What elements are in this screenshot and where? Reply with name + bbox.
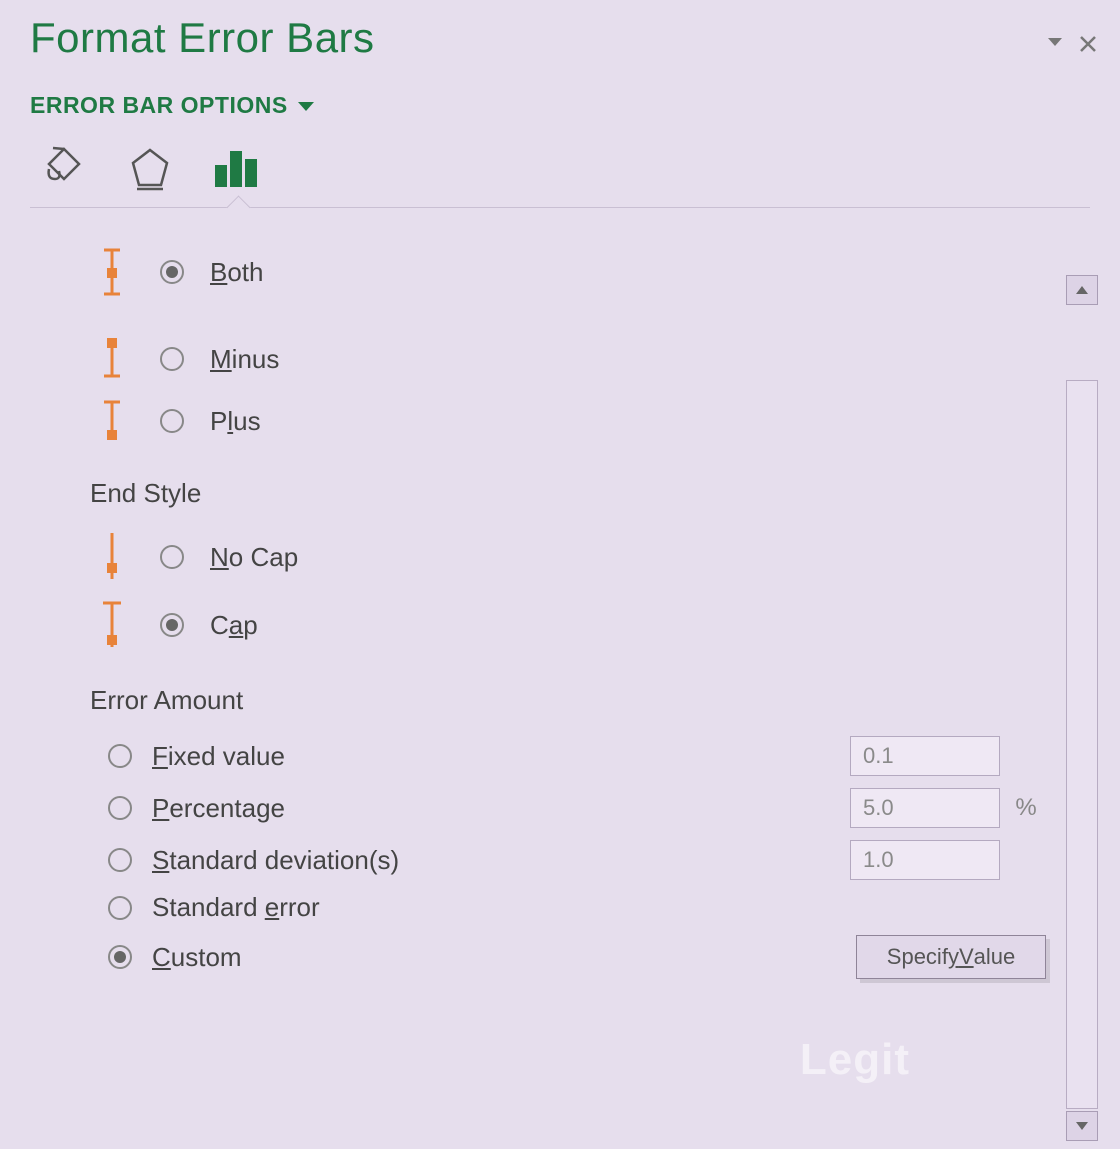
pane-title: Format Error Bars: [30, 14, 375, 62]
radio-label: Cap: [210, 610, 258, 641]
radio-icon: [108, 796, 132, 820]
error-amount-heading: Error Amount: [90, 659, 1050, 730]
radio-icon: [160, 545, 184, 569]
scrollbar-track[interactable]: [1066, 380, 1098, 1109]
error-bar-plus-icon: [90, 396, 134, 446]
stddev-input[interactable]: 1.0: [850, 840, 1000, 880]
radio-icon: [160, 409, 184, 433]
direction-option-minus[interactable]: Minus: [90, 328, 1050, 390]
error-bar-both-icon: [90, 244, 134, 300]
radio-icon: [108, 896, 132, 920]
radio-label: No Cap: [210, 542, 298, 573]
fixed-value-input[interactable]: 0.1: [850, 736, 1000, 776]
error-bar-minus-icon: [90, 334, 134, 384]
radio-label: Fixed value: [152, 741, 285, 772]
section-dropdown[interactable]: ERROR BAR OPTIONS: [0, 62, 1120, 119]
error-amount-option-percentage[interactable]: Percentage: [90, 793, 285, 824]
error-bar-nocap-icon: [90, 529, 134, 585]
radio-label: Standard deviation(s): [152, 845, 399, 876]
error-amount-option-fixed[interactable]: Fixed value: [90, 741, 285, 772]
error-amount-option-custom[interactable]: Custom: [90, 942, 242, 973]
scroll-down-button[interactable]: [1066, 1111, 1098, 1141]
error-bar-cap-icon: [90, 597, 134, 653]
close-icon[interactable]: [1078, 34, 1098, 54]
end-style-heading: End Style: [90, 452, 1050, 523]
direction-option-plus[interactable]: Plus: [90, 390, 1050, 452]
scroll-up-button[interactable]: [1066, 275, 1098, 305]
tab-fill-line[interactable]: [38, 143, 90, 193]
specify-value-button[interactable]: Specify Value: [856, 935, 1046, 979]
tab-bar-options[interactable]: [210, 143, 262, 193]
radio-label: Both: [210, 257, 264, 288]
percent-suffix: %: [1006, 794, 1046, 822]
radio-icon: [160, 260, 184, 284]
radio-label: Minus: [210, 344, 279, 375]
pane-options-dropdown-icon[interactable]: [1046, 34, 1064, 54]
radio-label: Custom: [152, 942, 242, 973]
radio-icon: [108, 945, 132, 969]
end-style-option-no-cap[interactable]: No Cap: [90, 523, 1050, 591]
radio-icon: [160, 613, 184, 637]
direction-option-both[interactable]: Both: [90, 238, 1050, 306]
error-amount-option-stddev[interactable]: Standard deviation(s): [90, 845, 399, 876]
radio-label: Plus: [210, 406, 261, 437]
radio-icon: [160, 347, 184, 371]
tab-effects[interactable]: [124, 143, 176, 193]
percentage-input[interactable]: 5.0: [850, 788, 1000, 828]
radio-label: Percentage: [152, 793, 285, 824]
chevron-down-icon: [296, 99, 316, 113]
error-amount-option-stderr[interactable]: Standard error: [90, 892, 320, 923]
section-dropdown-label: ERROR BAR OPTIONS: [30, 92, 288, 119]
watermark: Legit: [800, 1035, 910, 1085]
tab-divider: [30, 207, 1090, 208]
radio-label: Standard error: [152, 892, 320, 923]
end-style-option-cap[interactable]: Cap: [90, 591, 1050, 659]
radio-icon: [108, 848, 132, 872]
radio-icon: [108, 744, 132, 768]
